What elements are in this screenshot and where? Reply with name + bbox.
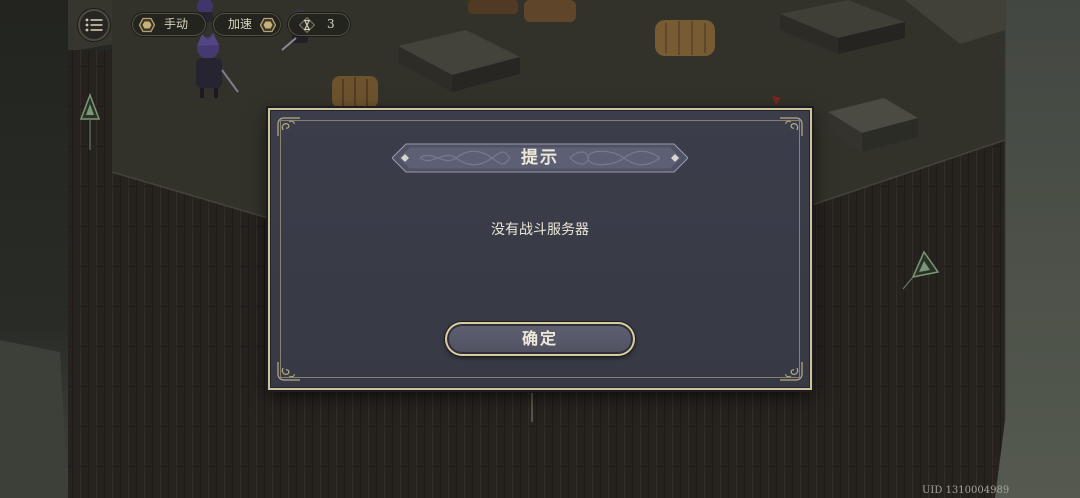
battle-hud: 手动 加速 3 <box>0 0 1080 50</box>
uid-label: UID 1310004989 <box>922 485 1010 496</box>
speed-up-button[interactable]: 加速 <box>213 13 281 36</box>
corner-ornament <box>277 117 300 136</box>
menu-button[interactable] <box>78 9 110 41</box>
confirm-button[interactable]: 确定 <box>445 322 635 356</box>
hourglass-icon <box>299 17 315 33</box>
list-icon <box>85 18 103 32</box>
manual-mode-button[interactable]: 手动 <box>132 13 206 36</box>
hexagon-icon <box>139 17 155 33</box>
speed-up-label: 加速 <box>228 17 253 31</box>
manual-mode-label: 手动 <box>164 17 189 31</box>
corner-ornament <box>780 117 803 136</box>
turn-count: 3 <box>327 17 335 31</box>
alert-dialog: 提示 没有战斗服务器 确定 <box>268 108 812 390</box>
hexagon-icon <box>260 17 276 33</box>
game-screen: 手动 加速 3 提示 没有战斗服务器 确定 UID 1310004989 <box>0 0 1080 498</box>
dialog-title-banner: 提示 <box>392 143 688 173</box>
dialog-message: 没有战斗服务器 <box>491 222 589 238</box>
turn-counter: 3 <box>288 13 350 36</box>
corner-ornament <box>277 362 300 381</box>
corner-ornament <box>780 362 803 381</box>
dialog-title: 提示 <box>521 148 559 168</box>
